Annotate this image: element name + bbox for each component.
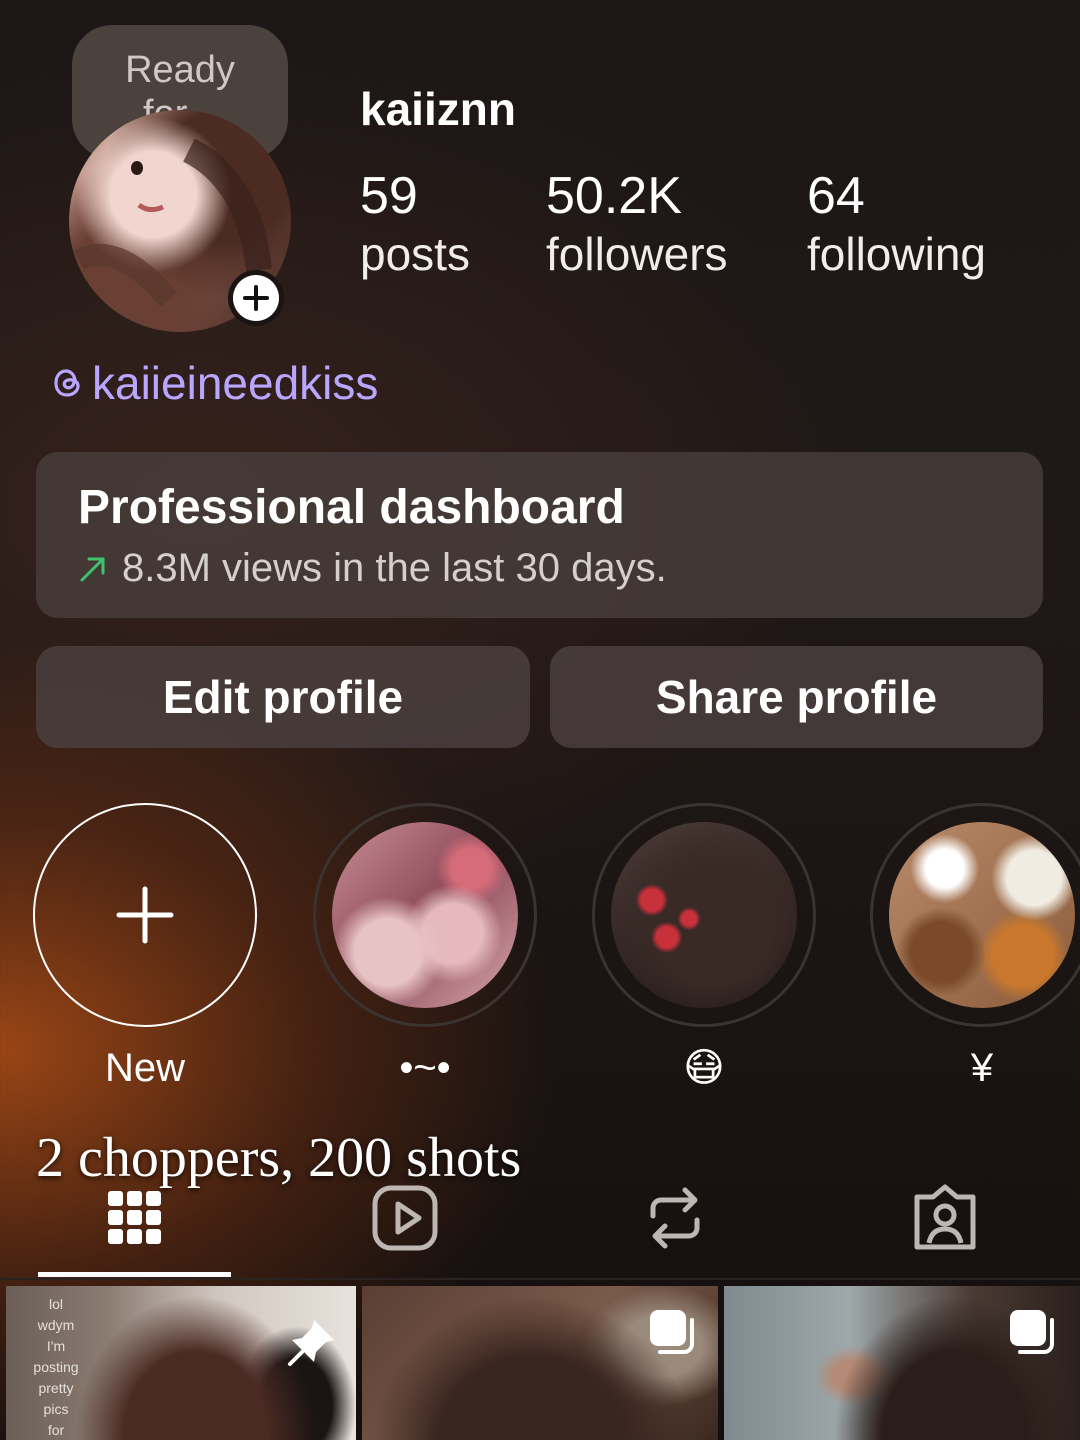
username: kaiiznn [360,83,516,135]
threads-link[interactable]: kaiieineedkiss [48,356,378,410]
followers-count: 50.2K [546,167,682,225]
trend-up-arrow-icon [80,557,105,581]
posts-count: 59 [360,167,418,225]
tab-tagged[interactable] [810,1168,1080,1268]
multiple-posts-icon [1010,1310,1054,1354]
repost-icon [650,1187,700,1249]
dashboard-views: 8.3M views in the last 30 days. [122,546,667,590]
plus-icon [243,285,269,311]
following-stat[interactable]: 64 following [807,168,986,284]
threads-handle: kaiieineedkiss [92,357,379,409]
highlight-item[interactable]: •~• [313,803,537,1093]
highlight-label: 😷 [683,1046,725,1090]
share-profile-button[interactable]: Share profile [550,646,1043,748]
multiple-posts-icon [650,1310,694,1354]
posts-stat[interactable]: 59 posts [360,168,470,284]
highlight-cover [889,822,1075,1008]
reels-icon [372,1185,438,1251]
grid-post-tile[interactable] [724,1286,1080,1440]
edit-profile-button[interactable]: Edit profile [36,646,530,748]
tagged-user-icon [914,1184,976,1250]
add-story-button[interactable] [228,270,284,326]
highlight-new[interactable]: New [33,803,257,1093]
threads-icon [54,369,80,397]
highlight-label: •~• [399,1046,451,1090]
post-overlay-text: lol wdym I'm posting pretty pics for [33,1296,79,1438]
followers-stat[interactable]: 50.2K followers [546,168,728,284]
tabs-divider [0,1278,1080,1280]
followers-label: followers [546,228,728,280]
professional-dashboard-card[interactable]: Professional dashboard 8.3M views in the… [36,452,1043,618]
highlight-label: ¥ [970,1046,994,1090]
posts-label: posts [360,228,470,280]
highlight-item[interactable]: 😷 [592,803,816,1093]
highlight-label: New [104,1046,186,1090]
following-count: 64 [807,167,865,225]
tab-reposts[interactable] [540,1168,810,1268]
highlight-cover [611,822,797,1008]
following-label: following [807,228,986,280]
grid-post-tile[interactable] [362,1286,718,1440]
highlight-cover [332,822,518,1008]
grid-icon [108,1191,161,1244]
dashboard-title: Professional dashboard [78,481,625,534]
active-tab-indicator [38,1272,231,1277]
video-overlay-caption: 2 choppers, 200 shots [36,1127,522,1189]
grid-post-tile[interactable]: lol wdym I'm posting pretty pics for [6,1286,356,1440]
pin-icon [288,1320,334,1366]
plus-icon [116,886,174,944]
highlight-item[interactable]: ¥ [870,803,1080,1093]
